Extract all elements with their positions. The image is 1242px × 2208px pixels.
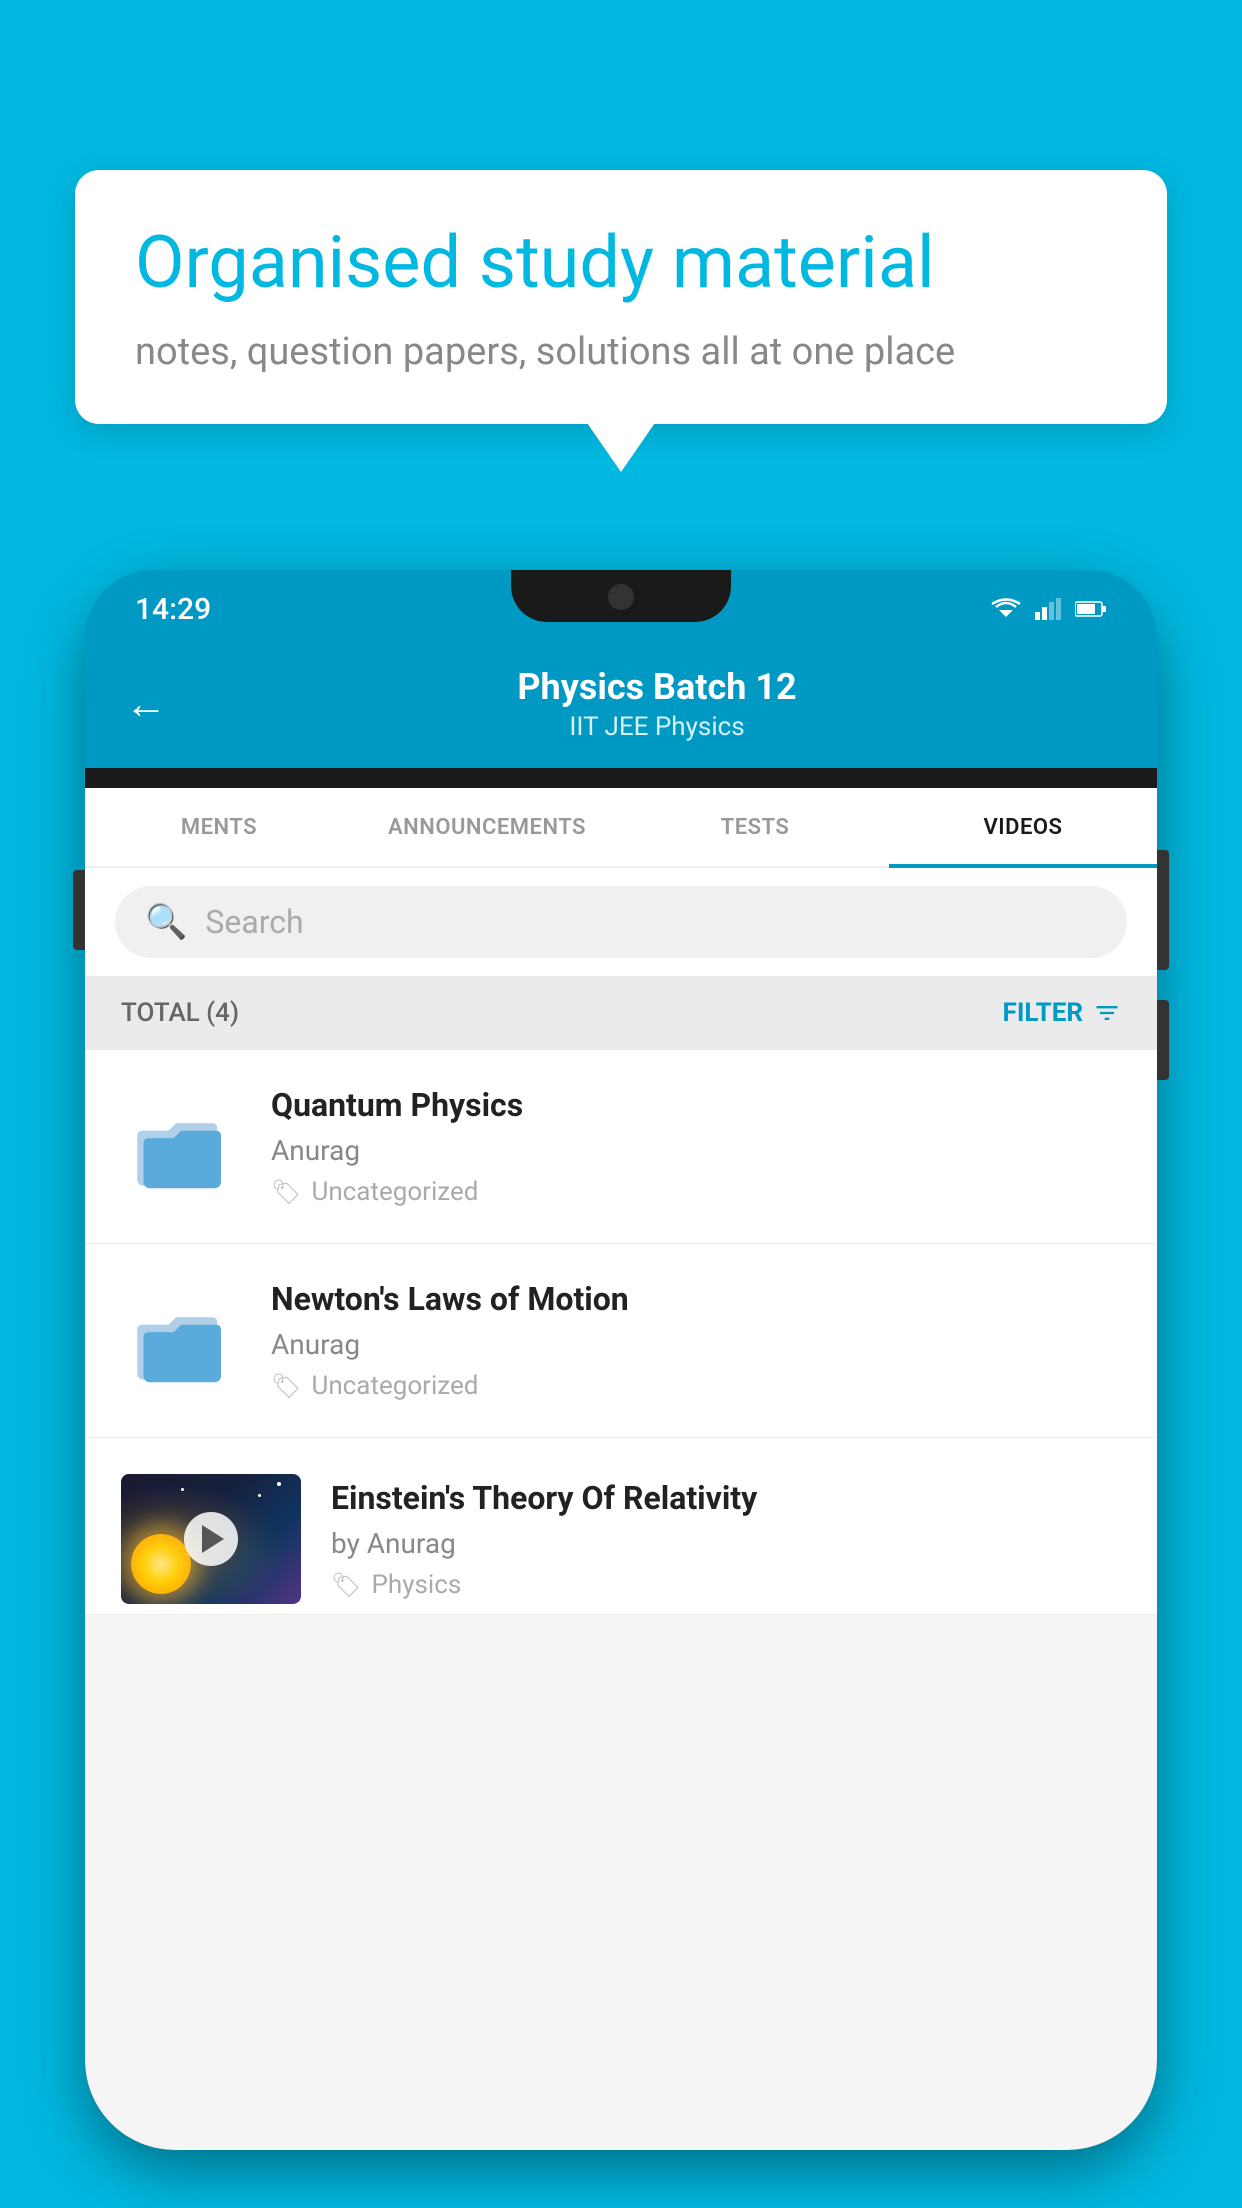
power-button	[1157, 850, 1169, 970]
header-title: Physics Batch 12	[197, 666, 1117, 708]
video-thumbnail	[121, 1474, 301, 1604]
video-title: Quantum Physics	[271, 1086, 1121, 1124]
status-time: 14:29	[135, 592, 211, 627]
tab-videos[interactable]: VIDEOS	[889, 788, 1157, 866]
power-button-2	[1157, 1000, 1169, 1080]
filter-button[interactable]: FILTER	[1003, 998, 1121, 1028]
play-triangle	[202, 1525, 224, 1553]
battery-icon	[1075, 600, 1107, 618]
volume-button	[73, 870, 85, 950]
phone-notch	[511, 570, 731, 622]
bubble-subtitle: notes, question papers, solutions all at…	[135, 330, 1107, 374]
video-item-info: Quantum Physics Anurag 🏷 Uncategorized	[271, 1086, 1121, 1207]
list-item[interactable]: Einstein's Theory Of Relativity by Anura…	[85, 1438, 1157, 1615]
tag-icon: 🏷	[271, 1178, 301, 1206]
speech-bubble: Organised study material notes, question…	[75, 170, 1167, 424]
video-list: Quantum Physics Anurag 🏷 Uncategorized	[85, 1050, 1157, 1615]
tag-icon: 🏷	[331, 1571, 361, 1599]
bubble-title: Organised study material	[135, 220, 1107, 306]
tab-tests[interactable]: TESTS	[621, 788, 889, 866]
folder-thumbnail	[121, 1092, 241, 1202]
header-subtitle: IIT JEE Physics	[197, 712, 1117, 742]
video-item-info: Einstein's Theory Of Relativity by Anura…	[331, 1479, 1121, 1600]
wifi-icon	[991, 597, 1021, 621]
search-bar[interactable]: 🔍 Search	[115, 886, 1127, 958]
play-overlay	[121, 1474, 301, 1604]
camera	[608, 584, 634, 610]
video-tag: 🏷 Physics	[331, 1570, 1121, 1600]
play-button[interactable]	[184, 1512, 238, 1566]
video-tag: 🏷 Uncategorized	[271, 1177, 1121, 1207]
tag-icon: 🏷	[271, 1372, 301, 1400]
folder-icon	[131, 1097, 231, 1197]
search-icon: 🔍	[145, 902, 187, 942]
total-label: TOTAL (4)	[121, 998, 239, 1028]
tab-announcements[interactable]: ANNOUNCEMENTS	[353, 788, 621, 866]
video-tag: 🏷 Uncategorized	[271, 1371, 1121, 1401]
header-title-group: Physics Batch 12 IIT JEE Physics	[197, 666, 1117, 742]
phone-frame: 14:29	[85, 570, 1157, 2208]
video-title: Newton's Laws of Motion	[271, 1280, 1121, 1318]
filter-bar: TOTAL (4) FILTER	[85, 976, 1157, 1050]
folder-icon	[131, 1291, 231, 1391]
list-item[interactable]: Newton's Laws of Motion Anurag 🏷 Uncateg…	[85, 1244, 1157, 1438]
video-item-info: Newton's Laws of Motion Anurag 🏷 Uncateg…	[271, 1280, 1121, 1401]
status-icons	[991, 597, 1107, 621]
app-header: ← Physics Batch 12 IIT JEE Physics	[85, 638, 1157, 768]
signal-icon	[1035, 598, 1061, 620]
search-container: 🔍 Search	[85, 868, 1157, 976]
tab-ments[interactable]: MENTS	[85, 788, 353, 866]
tabs-bar: MENTS ANNOUNCEMENTS TESTS VIDEOS	[85, 788, 1157, 868]
video-author: Anurag	[271, 1328, 1121, 1361]
video-author: Anurag	[271, 1134, 1121, 1167]
filter-icon	[1093, 999, 1121, 1027]
back-button[interactable]: ←	[125, 680, 167, 729]
video-author: by Anurag	[331, 1527, 1121, 1560]
folder-thumbnail	[121, 1286, 241, 1396]
filter-label: FILTER	[1003, 998, 1083, 1028]
phone-screen: 🔍 Search TOTAL (4) FILTER	[85, 868, 1157, 2150]
list-item[interactable]: Quantum Physics Anurag 🏷 Uncategorized	[85, 1050, 1157, 1244]
video-title: Einstein's Theory Of Relativity	[331, 1479, 1121, 1517]
search-placeholder: Search	[205, 903, 303, 941]
